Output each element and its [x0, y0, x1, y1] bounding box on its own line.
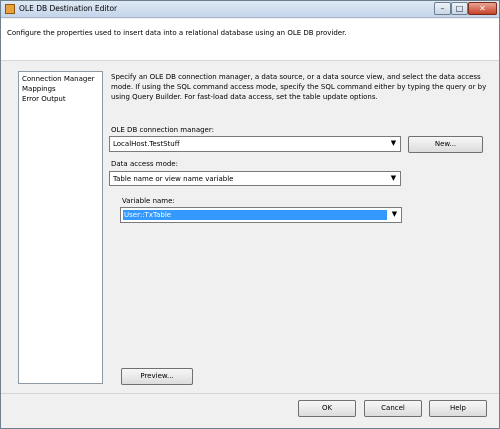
chevron-down-icon: ▼ [391, 210, 398, 218]
app-icon [5, 4, 15, 14]
maximize-button[interactable]: □ [451, 2, 468, 15]
preview-button[interactable]: Preview... [121, 368, 193, 385]
data-access-mode-select[interactable]: Table name or view name variable ▼ [109, 171, 401, 186]
close-button[interactable]: ✕ [468, 2, 497, 15]
nav-item-connection-manager[interactable]: Connection Manager [19, 74, 102, 84]
data-access-mode-value: Table name or view name variable [113, 175, 234, 183]
help-button[interactable]: Help [429, 400, 487, 417]
connection-manager-value: LocalHost.TestStuff [113, 140, 180, 148]
minimize-icon: – [440, 4, 445, 13]
variable-panel: Variable name: User::TxTable ▼ [118, 197, 404, 226]
nav-item-mappings[interactable]: Mappings [19, 84, 102, 94]
data-access-mode-label: Data access mode: [111, 160, 178, 168]
title-bar[interactable]: OLE DB Destination Editor – □ ✕ [1, 1, 499, 18]
close-icon: ✕ [479, 4, 486, 13]
cancel-button[interactable]: Cancel [364, 400, 422, 417]
header-description: Configure the properties used to insert … [7, 29, 347, 37]
maximize-icon: □ [455, 4, 464, 13]
page-nav-list: Connection Manager Mappings Error Output [18, 71, 103, 384]
variable-name-value: User::TxTable [123, 210, 387, 220]
variable-name-label: Variable name: [122, 197, 175, 205]
page-description: Specify an OLE DB connection manager, a … [111, 73, 487, 101]
new-connection-button[interactable]: New... [408, 136, 483, 153]
ok-button[interactable]: OK [298, 400, 356, 417]
connection-manager-select[interactable]: LocalHost.TestStuff ▼ [109, 136, 401, 152]
connection-manager-label: OLE DB connection manager: [111, 126, 214, 134]
dialog-header: Configure the properties used to insert … [1, 19, 499, 61]
window-title: OLE DB Destination Editor [19, 4, 118, 13]
minimize-button[interactable]: – [434, 2, 451, 15]
chevron-down-icon: ▼ [390, 139, 397, 147]
footer-divider [1, 393, 499, 394]
dialog-window: OLE DB Destination Editor – □ ✕ Configur… [0, 0, 500, 429]
nav-item-error-output[interactable]: Error Output [19, 94, 102, 104]
variable-name-select[interactable]: User::TxTable ▼ [120, 207, 402, 223]
chevron-down-icon: ▼ [390, 174, 397, 182]
